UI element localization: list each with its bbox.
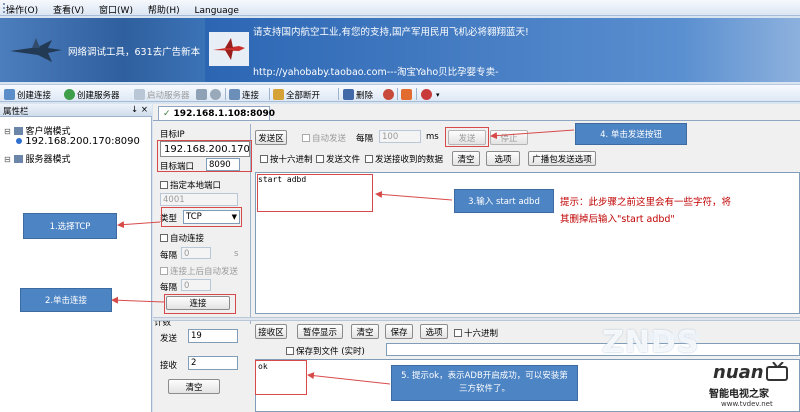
hint-line2: 其删掉后输入"start adbd" (560, 214, 675, 225)
callout-step4: 4. 单击发送按钮 (575, 123, 687, 145)
hint-text: 提示：此步骤之前这里会有一些字符，将 其删掉后输入"start adbd" (560, 194, 731, 228)
callout-step2: 2.单击连接 (20, 288, 112, 312)
arrow-step3 (375, 190, 453, 201)
callout-step5: 5. 提示ok，表示ADB开启成功，可以安装第三方软件了。 (391, 365, 578, 401)
callout-step1: 1.选择TCP (23, 213, 117, 239)
callout-step3: 3.输入 start adbd (454, 189, 554, 213)
arrow-step1 (117, 221, 161, 229)
arrow-step2 (111, 296, 165, 304)
arrow-step4 (490, 129, 575, 140)
hint-line1: 提示：此步骤之前这里会有一些字符，将 (560, 197, 732, 208)
arrow-step5 (307, 372, 391, 385)
